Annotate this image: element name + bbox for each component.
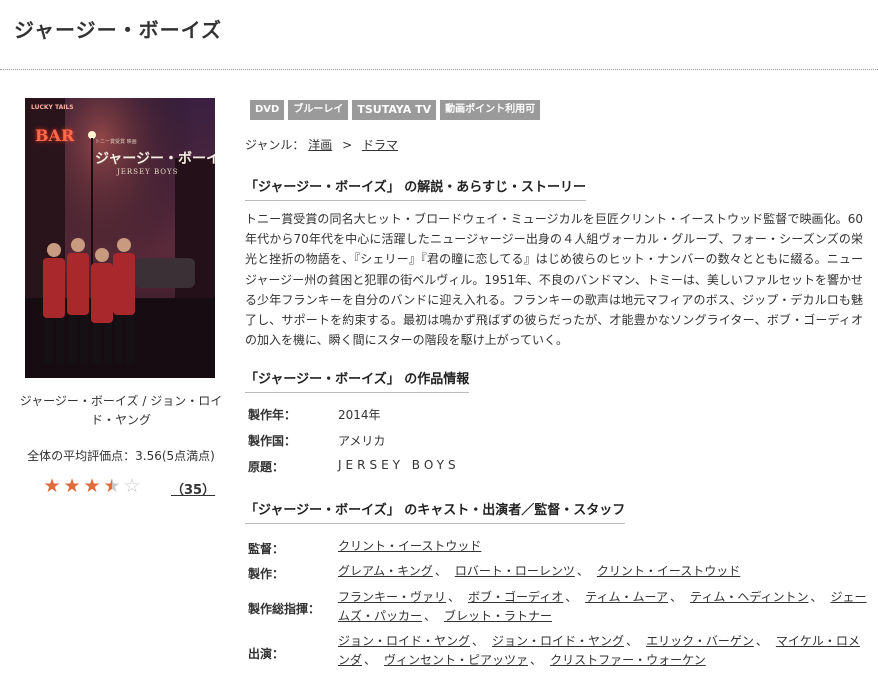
genre-label: ジャンル：	[245, 138, 305, 152]
person-link[interactable]: ティム・ムーア	[585, 590, 668, 604]
person-link[interactable]: ブレット・ラトナー	[444, 609, 552, 623]
person-link[interactable]: ティム・ヘディントン	[690, 590, 808, 604]
poster-bar-sign: BAR	[35, 126, 74, 146]
producer-label: 製作：	[248, 567, 285, 581]
poster-subtitle: JERSEY BOYS	[117, 168, 179, 176]
list-separator: 、	[670, 590, 683, 604]
person-link[interactable]: グレアム・キング	[338, 564, 433, 578]
genre-link-sub[interactable]: ドラマ	[362, 138, 398, 152]
genre-link-main[interactable]: 洋画	[308, 138, 332, 152]
list-separator: 、	[565, 590, 578, 604]
person-link[interactable]: ボブ・ゴーディオ	[468, 590, 563, 604]
empty-star-icon: ☆	[123, 475, 141, 497]
review-count-value: 35	[184, 483, 203, 498]
list-separator: 、	[755, 634, 768, 648]
star-rating: ★ ★ ★ ★ ☆	[42, 476, 142, 496]
info-label-original-title: 原題：	[248, 460, 285, 474]
review-count-paren-open: （	[171, 483, 185, 498]
average-rating-text: 全体の平均評価点：3.56(5点満点)	[27, 449, 215, 463]
synopsis-heading: 「ジャージー・ボーイズ」 の解説・あらすじ・ストーリー	[245, 176, 586, 201]
star-icon: ★	[83, 475, 101, 497]
person-link[interactable]: ジョン・ロイド・ヤング	[338, 634, 470, 648]
poster-sign-text: LUCKY TAILS	[31, 104, 74, 111]
executive-producer-list: フランキー・ヴァリ、ボブ・ゴーディオ、ティム・ムーア、ティム・ヘディントン、ジェ…	[338, 588, 868, 626]
list-separator: 、	[472, 634, 485, 648]
person-link[interactable]: クリストファー・ウォーケン	[550, 653, 706, 667]
person-link[interactable]: クリント・イーストウッド	[597, 564, 740, 578]
half-star-icon: ★	[103, 475, 121, 497]
person-link[interactable]: ヴィンセント・ピアッツァ	[384, 653, 528, 667]
info-label-country: 製作国：	[248, 434, 297, 448]
director-label: 監督：	[248, 542, 285, 556]
poster-tagline: トニー賞受賞 映画	[95, 139, 137, 145]
person-link[interactable]: ロバート・ローレンツ	[455, 564, 575, 578]
review-count-link[interactable]: （35）	[171, 479, 215, 498]
info-value-year: 2014年	[338, 408, 381, 422]
star-icon: ★	[63, 475, 81, 497]
title-divider	[0, 69, 878, 70]
star-icon: ★	[43, 475, 61, 497]
poster-caption: ジャージー・ボーイズ / ジョン・ロイド・ヤング	[19, 394, 223, 427]
director-list: クリント・イーストウッド	[338, 537, 868, 556]
tag-dvd: DVD	[250, 100, 285, 120]
info-label-year: 製作年：	[248, 408, 297, 422]
person-link[interactable]: クリント・イーストウッド	[338, 539, 481, 553]
actor-label: 出演：	[248, 647, 285, 661]
person-link[interactable]: フランキー・ヴァリ	[338, 590, 446, 604]
movie-poster[interactable]: LUCKY TAILS BAR トニー賞受賞 映画 ジャージー・ボーイズ JER…	[25, 98, 215, 378]
list-separator: 、	[626, 634, 639, 648]
list-separator: 、	[576, 564, 589, 578]
executive-producer-label: 製作総指揮：	[248, 602, 321, 616]
genre-separator: >	[342, 138, 353, 152]
producer-list: グレアム・キング、ロバート・ローレンツ、クリント・イーストウッド	[338, 562, 868, 581]
tag-tsutaya-tv: TSUTAYA TV	[352, 100, 437, 120]
review-count-paren-close: ）	[202, 483, 216, 498]
genre-breadcrumb: ジャンル： 洋画 > ドラマ	[245, 136, 398, 153]
list-separator: 、	[434, 564, 447, 578]
info-value-original-title: JERSEY BOYS	[338, 458, 460, 472]
page-title: ジャージー・ボーイズ	[14, 18, 222, 42]
synopsis-text: トニー賞受賞の同名大ヒット・ブロードウェイ・ミュージカルを巨匠クリント・イースト…	[245, 212, 863, 348]
list-separator: 、	[424, 609, 437, 623]
list-separator: 、	[364, 653, 377, 667]
list-separator: 、	[810, 590, 823, 604]
tag-bluray: ブルーレイ	[288, 100, 349, 120]
list-separator: 、	[530, 653, 543, 667]
actor-list: ジョン・ロイド・ヤング、ジョン・ロイド・ヤング、エリック・バーゲン、マイケル・ロ…	[338, 632, 868, 670]
list-separator: 、	[448, 590, 461, 604]
poster-title: ジャージー・ボーイズ	[95, 151, 215, 167]
media-tags: DVD ブルーレイ TSUTAYA TV 動画ポイント利用可	[250, 100, 541, 120]
person-link[interactable]: ジョン・ロイド・ヤング	[492, 634, 624, 648]
tag-video-points: 動画ポイント利用可	[440, 100, 541, 120]
info-value-country: アメリカ	[338, 434, 386, 448]
cast-heading: 「ジャージー・ボーイズ」 のキャスト・出演者／監督・スタッフ	[245, 499, 626, 524]
info-heading: 「ジャージー・ボーイズ」 の作品情報	[245, 368, 470, 393]
person-link[interactable]: エリック・バーゲン	[646, 634, 754, 648]
